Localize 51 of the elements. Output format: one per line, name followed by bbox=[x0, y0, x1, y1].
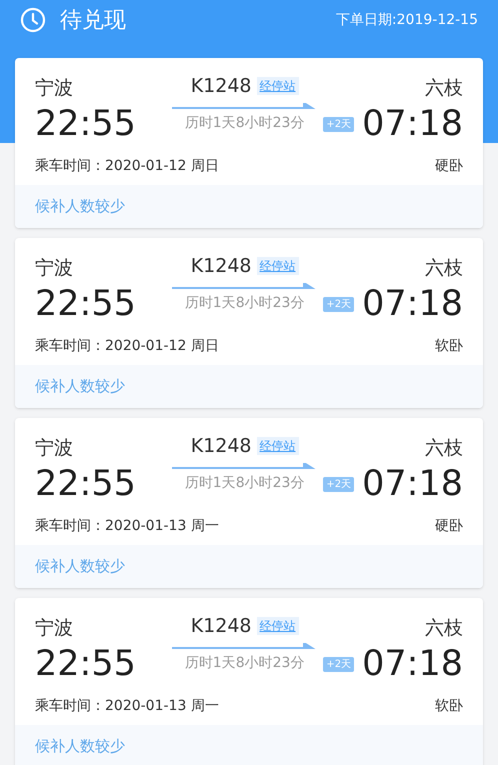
ticket-card[interactable]: 宁波 22:55 K1248 经停站 历时1天8小时23分 六枝 +2天 07:18 乘车时间：2020-01-13 周一 硬卧 候补人数较少 bbox=[15, 418, 483, 588]
seat-type: 硬卧 bbox=[435, 517, 463, 536]
arrival-station: 六枝 bbox=[425, 616, 463, 641]
arrival-time: 07:18 bbox=[362, 104, 463, 144]
departure-time: 22:55 bbox=[35, 644, 136, 684]
page-title: 待兑现 bbox=[60, 6, 126, 34]
seat-type: 软卧 bbox=[435, 697, 463, 716]
duration: 历时1天8小时23分 bbox=[184, 654, 304, 672]
day-offset-badge: +2天 bbox=[323, 476, 354, 492]
day-offset-badge: +2天 bbox=[323, 656, 354, 672]
arrival-time: 07:18 bbox=[362, 464, 463, 504]
seat-type: 硬卧 bbox=[435, 157, 463, 176]
ride-date: 乘车时间：2020-01-13 周一 bbox=[35, 697, 219, 716]
arrival-station: 六枝 bbox=[425, 256, 463, 281]
waitlist-note: 候补人数较少 bbox=[35, 736, 125, 758]
ride-date: 乘车时间：2020-01-12 周日 bbox=[35, 157, 219, 176]
train-number: K1248 bbox=[190, 434, 252, 459]
departure-station: 宁波 bbox=[35, 76, 74, 101]
direction-arrow-icon bbox=[172, 282, 318, 290]
day-offset-badge: +2天 bbox=[323, 296, 354, 312]
train-number: K1248 bbox=[190, 254, 252, 279]
duration: 历时1天8小时23分 bbox=[184, 114, 304, 132]
direction-arrow-icon bbox=[172, 102, 318, 110]
ticket-card[interactable]: 宁波 22:55 K1248 经停站 历时1天8小时23分 六枝 +2天 07:18 乘车时间：2020-01-12 周日 软卧 候补人数较少 bbox=[15, 238, 483, 408]
departure-time: 22:55 bbox=[35, 284, 136, 324]
departure-station: 宁波 bbox=[35, 436, 74, 461]
direction-arrow-icon bbox=[172, 462, 318, 470]
arrival-time: 07:18 bbox=[362, 644, 463, 684]
duration: 历时1天8小时23分 bbox=[184, 474, 304, 492]
ride-date: 乘车时间：2020-01-12 周日 bbox=[35, 337, 219, 356]
waitlist-note: 候补人数较少 bbox=[35, 376, 125, 398]
clock-icon bbox=[20, 7, 46, 33]
duration: 历时1天8小时23分 bbox=[184, 294, 304, 312]
seat-type: 软卧 bbox=[435, 337, 463, 356]
train-number: K1248 bbox=[190, 614, 252, 639]
direction-arrow-icon bbox=[172, 642, 318, 650]
train-number: K1248 bbox=[190, 74, 252, 99]
ticket-card[interactable]: 宁波 22:55 K1248 经停站 历时1天8小时23分 六枝 +2天 07:18 乘车时间：2020-01-13 周一 软卧 候补人数较少 bbox=[15, 598, 483, 765]
ride-date: 乘车时间：2020-01-13 周一 bbox=[35, 517, 219, 536]
waitlist-note: 候补人数较少 bbox=[35, 196, 125, 218]
order-date: 下单日期:2019-12-15 bbox=[336, 10, 478, 30]
day-offset-badge: +2天 bbox=[323, 116, 354, 132]
waitlist-note: 候补人数较少 bbox=[35, 556, 125, 578]
departure-time: 22:55 bbox=[35, 464, 136, 504]
ticket-card[interactable]: 宁波 22:55 K1248 经停站 历时1天8小时23分 六枝 +2天 07:18 乘车时间：2020-01-12 周日 硬卧 候补人数较少 bbox=[15, 58, 483, 228]
arrival-station: 六枝 bbox=[425, 76, 463, 101]
arrival-time: 07:18 bbox=[362, 284, 463, 324]
departure-station: 宁波 bbox=[35, 616, 74, 641]
departure-time: 22:55 bbox=[35, 104, 136, 144]
departure-station: 宁波 bbox=[35, 256, 74, 281]
arrival-station: 六枝 bbox=[425, 436, 463, 461]
